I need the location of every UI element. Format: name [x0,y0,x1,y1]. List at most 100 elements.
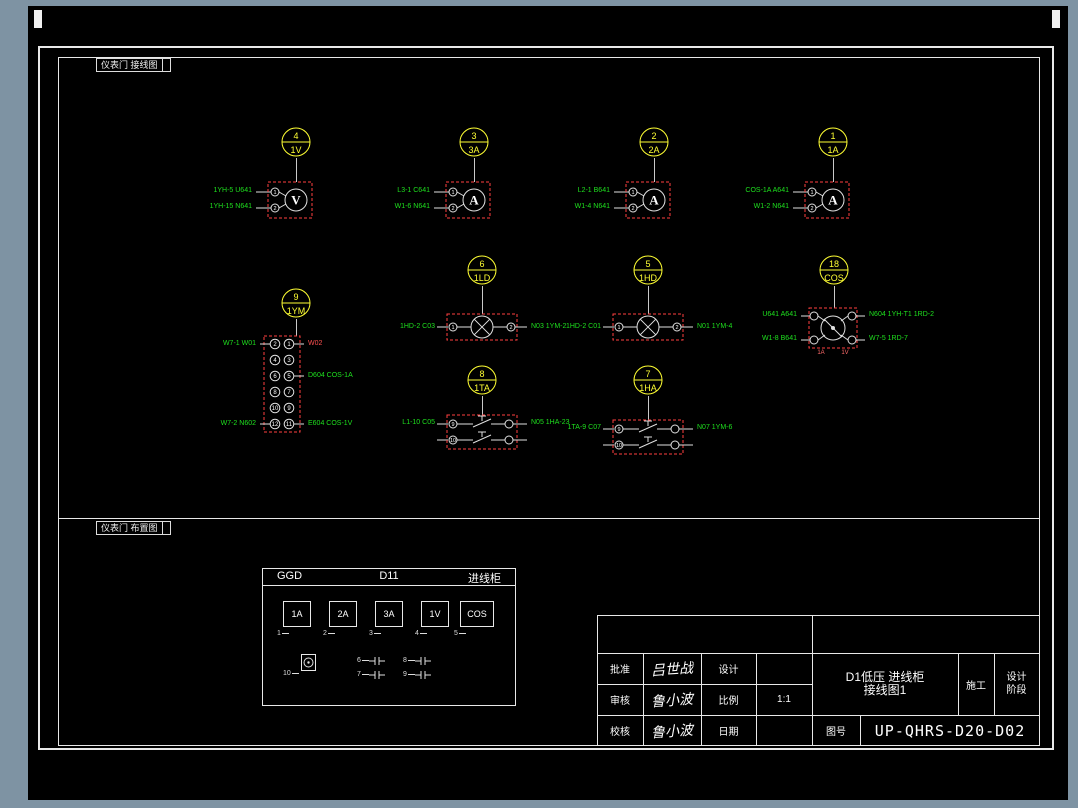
button-symbol-1ha: 1TA-9 C07 N07 1YM-6 9 10 [531,417,765,457]
instrument-box-2a: 2A [329,601,357,627]
instrument-box-3a: 3A [375,601,403,627]
tag-circle-1a: 1 1A [817,126,849,158]
terminal-strip-glyph: 2 1 4 3 6 5 8 7 10 9 12 11 [260,335,304,433]
svg-text:4: 4 [273,358,277,364]
drawing-no-label: 图号 [826,727,846,738]
svg-text:1A: 1A [817,350,824,356]
svg-text:A: A [649,193,659,208]
layout-diagram: GGD D11 进线柜 1A 2A 3A 1V COS 1 2 3 4 5 10… [262,568,516,706]
drawing-title-line2: 接线图1 [863,683,907,697]
svg-text:9: 9 [451,422,454,428]
design-stage-label: 设计 阶段 [994,653,1039,715]
cos-glyph: 1A 1V [801,307,865,356]
position-index: 9 [403,671,415,679]
svg-text:10: 10 [450,438,456,444]
wire-label: W1-6 N641 [394,203,430,210]
titleblock-label-review: 审核 [610,696,630,707]
svg-text:18: 18 [829,259,839,269]
wire-label: W7-5 1RD-7 [869,335,908,342]
section-label-layout: 仪表门 布置图 [96,521,171,535]
tag-circle-2a: 2 2A [638,126,670,158]
svg-text:1: 1 [273,190,276,196]
panel-button-glyph [415,670,431,680]
scale-value: 1:1 [777,694,791,705]
svg-text:1LD: 1LD [474,273,491,283]
design-stage-line1: 设计 [1006,672,1027,683]
position-index: 10 [283,670,299,678]
svg-text:1: 1 [451,325,454,331]
design-stage-line2: 阶段 [1006,685,1027,696]
date-value [756,715,812,746]
wire-label: 1TA-9 C07 [567,424,601,431]
wire-label: N07 1YM-6 [697,424,733,431]
svg-text:1: 1 [810,190,813,196]
svg-text:1: 1 [617,325,620,331]
layout-header-mid: D11 [379,570,399,582]
tag-circle-3a: 3 3A [458,126,490,158]
position-index: 2 [323,630,335,638]
svg-text:1HA: 1HA [639,383,657,393]
lamp-glyph: 1 2 [437,313,527,341]
svg-text:3A: 3A [468,145,479,155]
svg-text:2: 2 [509,325,512,331]
position-index: 6 [357,657,369,665]
svg-text:A: A [469,193,479,208]
wire-label: N604 1YH-T1 1RD-2 [869,311,934,318]
tag-circle-1ym: 9 1YM [280,287,312,319]
titleblock-label-approve: 批准 [610,665,630,676]
layout-header-left: GGD [277,570,303,582]
layout-header: GGD D11 进线柜 [263,569,515,586]
svg-text:1: 1 [451,190,454,196]
ammeter-symbol-2a: L2-1 B641 W1-4 N641 1 2 A [524,178,674,226]
tag-circle-1ha: 7 1HA [632,364,664,396]
instrument-box-1v: 1V [421,601,449,627]
wire-label: 1HD-2 C03 [399,323,435,330]
svg-text:COS: COS [824,273,844,283]
wire-label: W1-8 B641 [761,335,797,342]
meter-glyph: 1 2 A [614,181,671,219]
fold-mark [34,10,42,28]
section-label-layout-text: 仪表门 布置图 [101,523,158,533]
wire-label: U641 A641 [762,311,797,318]
position-index: 4 [415,630,427,638]
svg-text:1V: 1V [841,350,848,356]
wire-label: 1HD-2 C01 [565,323,601,330]
wire-label: E604 COS-1V [308,420,353,427]
svg-text:2: 2 [631,206,634,212]
tag-circle-1v: 4 1V [280,126,312,158]
reviewer-signature: 鲁小波 [650,691,694,710]
svg-text:1: 1 [830,131,835,141]
svg-text:10: 10 [272,406,279,412]
fold-mark [1052,10,1060,28]
cad-viewport: 仪表门 接线图 仪表门 布置图 4 1V 3 3A 2 2A 1 1A 6 1LD 5 1H… [0,0,1078,808]
section-label-cap [161,522,170,534]
titleblock-label-date: 日期 [718,727,739,738]
wire-label: L3-1 C641 [397,187,430,194]
wire-label: 1YH-15 N641 [209,203,252,210]
tag-circle-1ld: 6 1LD [466,254,498,286]
wire-label: W1-4 N641 [574,203,610,210]
titleblock-label-scale: 比例 [718,696,739,707]
section-label-cap [161,59,170,71]
svg-text:1A: 1A [827,145,838,155]
svg-text:A: A [828,193,838,208]
svg-text:4: 4 [293,131,298,141]
svg-text:9: 9 [287,406,291,412]
panel-button-glyph [369,656,385,666]
svg-text:8: 8 [479,369,484,379]
svg-text:11: 11 [286,422,293,428]
position-index: 1 [277,630,289,638]
svg-text:3: 3 [287,358,291,364]
tag-circle-1ta: 8 1TA [466,364,498,396]
voltmeter-symbol-1v: 1YH-5 U641 1YH-15 N641 1 2 V [166,178,316,226]
wire-label: D604 COS-1A [308,372,353,379]
titleblock-label-check: 校核 [610,727,630,738]
position-index: 8 [403,657,415,665]
button-glyph: 9 10 [603,419,693,455]
lamp-glyph: 1 2 [603,313,693,341]
svg-text:10: 10 [616,443,622,449]
svg-text:5: 5 [645,259,650,269]
wire-label: L2-1 B641 [577,187,610,194]
construction-label: 施工 [966,680,986,692]
button-glyph: 9 10 [437,414,527,450]
